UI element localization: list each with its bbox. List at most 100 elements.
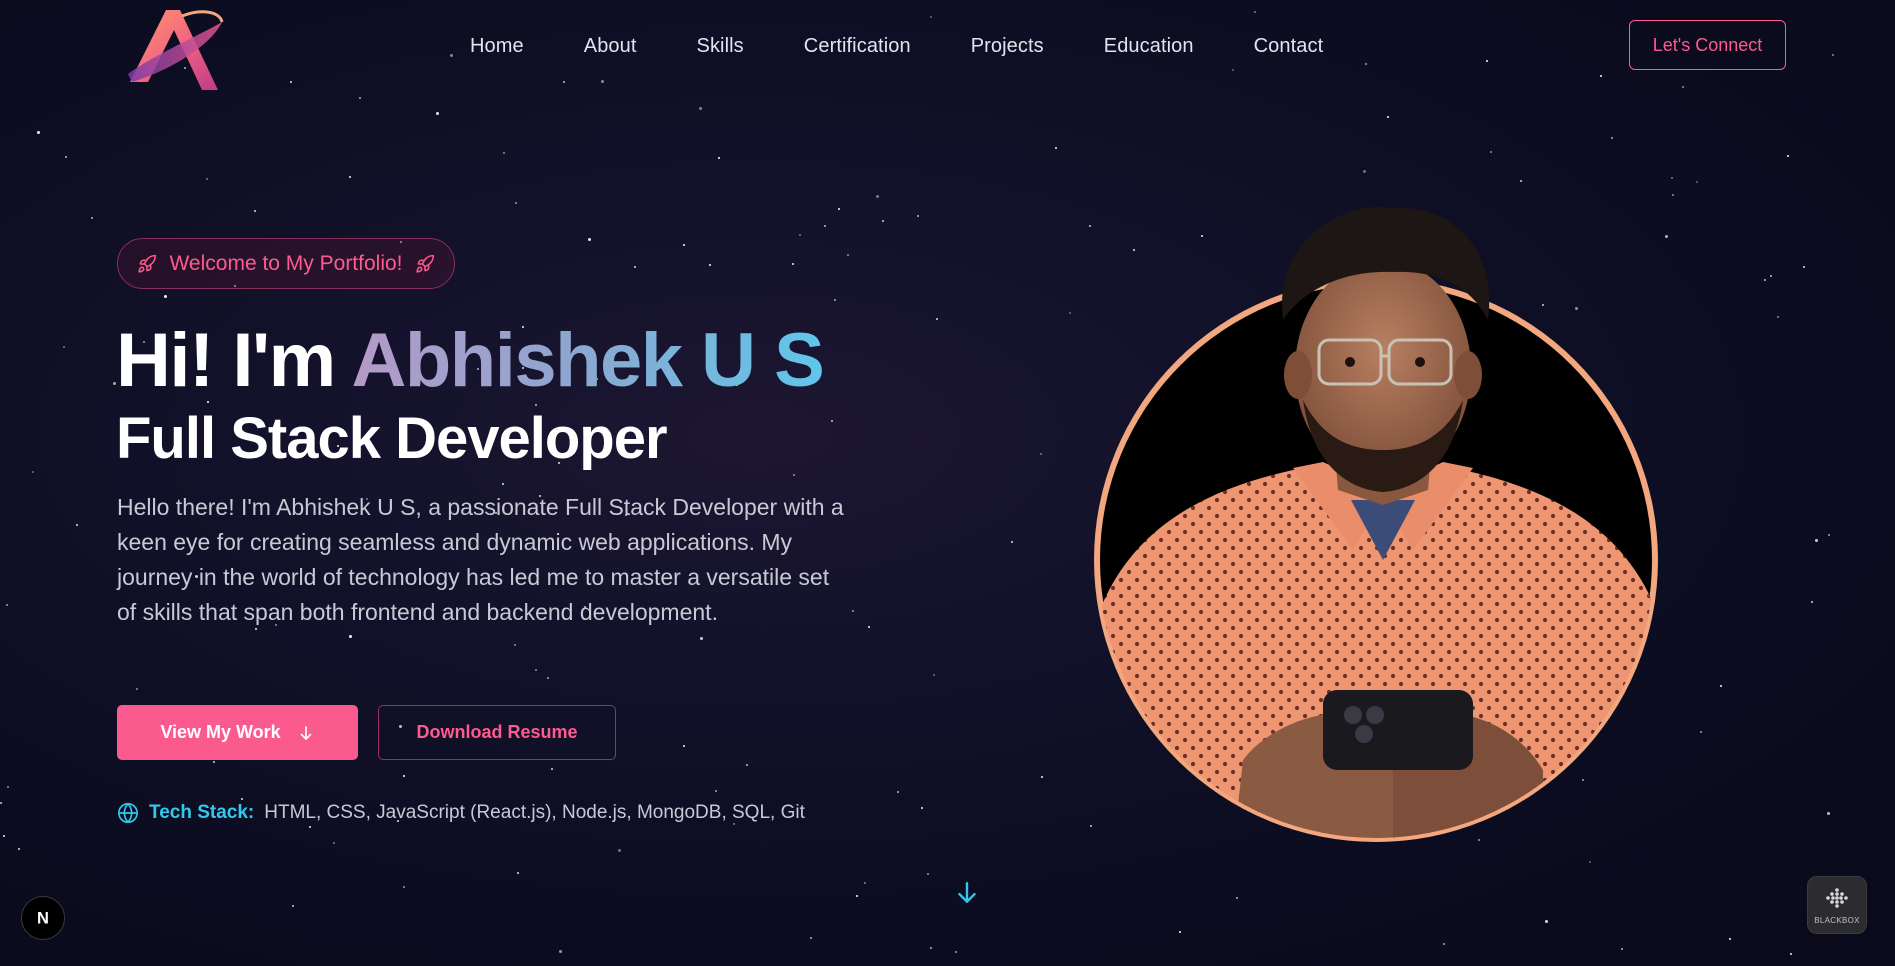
- star-dot: [517, 872, 519, 874]
- star-dot: [683, 745, 685, 747]
- star-dot: [1671, 177, 1673, 179]
- star-dot: [213, 761, 215, 763]
- lets-connect-button[interactable]: Let's Connect: [1629, 20, 1786, 70]
- next-logo-icon: N: [37, 910, 49, 928]
- star-dot: [936, 318, 938, 320]
- star-dot: [1011, 541, 1013, 543]
- star-dot: [292, 905, 294, 907]
- star-dot: [1729, 938, 1731, 940]
- star-dot: [349, 635, 352, 638]
- star-dot: [1672, 194, 1674, 196]
- star-dot: [309, 826, 311, 828]
- star-dot: [1055, 147, 1057, 149]
- star-dot: [76, 524, 78, 526]
- scroll-down-icon[interactable]: [954, 880, 980, 906]
- star-dot: [897, 791, 899, 793]
- star-dot: [930, 947, 932, 949]
- next-badge-letter: N: [37, 910, 49, 928]
- star-dot: [1696, 181, 1698, 183]
- blackbox-icon: [1826, 887, 1848, 908]
- star-dot: [882, 220, 884, 222]
- star-dot: [1700, 731, 1702, 733]
- star-dot: [563, 81, 565, 83]
- star-dot: [1490, 151, 1492, 153]
- star-dot: [715, 790, 717, 792]
- star-dot: [1387, 116, 1389, 118]
- star-dot: [699, 107, 702, 110]
- star-dot: [1236, 897, 1238, 899]
- star-dot: [349, 176, 351, 178]
- rocket-icon: [138, 254, 157, 273]
- star-dot: [63, 346, 65, 348]
- star-dot: [831, 420, 833, 422]
- star-dot: [921, 807, 923, 809]
- logo-icon[interactable]: [122, 4, 234, 96]
- star-dot: [1179, 931, 1181, 933]
- star-dot: [700, 637, 703, 640]
- star-dot: [32, 471, 34, 473]
- view-my-work-button[interactable]: View My Work: [117, 705, 358, 760]
- star-dot: [1089, 225, 1091, 227]
- star-dot: [436, 112, 439, 115]
- next-devtools-button[interactable]: N: [21, 896, 65, 940]
- star-dot: [1365, 63, 1367, 65]
- star-dot: [1811, 601, 1813, 603]
- star-dot: [917, 215, 919, 217]
- nav-home-link[interactable]: Home: [470, 30, 524, 62]
- star-dot: [551, 768, 553, 770]
- star-dot: [601, 80, 604, 83]
- star-dot: [1545, 920, 1548, 923]
- hero-name: Abhishek U S: [351, 318, 824, 403]
- blackbox-widget-button[interactable]: BLACKBOX: [1807, 876, 1867, 934]
- star-dot: [0, 802, 2, 804]
- nav-skills-link[interactable]: Skills: [697, 30, 744, 62]
- star-dot: [1611, 137, 1613, 139]
- star-dot: [1790, 953, 1792, 955]
- star-dot: [1041, 776, 1043, 778]
- star-dot: [824, 225, 826, 227]
- star-dot: [709, 264, 711, 266]
- star-dot: [856, 895, 858, 897]
- star-dot: [933, 674, 935, 676]
- star-dot: [1254, 11, 1256, 13]
- blackbox-label: BLACKBOX: [1814, 915, 1860, 925]
- nav-about-link[interactable]: About: [584, 30, 637, 62]
- welcome-badge: Welcome to My Portfolio!: [117, 238, 455, 289]
- star-dot: [793, 474, 795, 476]
- star-dot: [1520, 180, 1522, 182]
- hero-description: Hello there! I'm Abhishek U S, a passion…: [117, 494, 844, 625]
- star-dot: [18, 848, 20, 850]
- star-dot: [1803, 266, 1805, 268]
- nav-education-link[interactable]: Education: [1104, 30, 1194, 62]
- star-dot: [1589, 861, 1591, 863]
- star-dot: [136, 688, 138, 690]
- star-dot: [718, 157, 720, 159]
- download-resume-button[interactable]: Download Resume: [378, 705, 616, 760]
- star-dot: [535, 669, 537, 671]
- star-dot: [1832, 54, 1834, 56]
- nav-projects-link[interactable]: Projects: [971, 30, 1044, 62]
- star-dot: [1232, 69, 1234, 71]
- star-dot: [502, 483, 504, 485]
- star-dot: [1764, 279, 1766, 281]
- welcome-badge-text: Welcome to My Portfolio!: [169, 251, 403, 275]
- star-dot: [559, 950, 562, 953]
- star-dot: [746, 764, 748, 766]
- nav-contact-link[interactable]: Contact: [1254, 30, 1324, 62]
- star-dot: [1770, 275, 1772, 277]
- star-dot: [799, 234, 801, 236]
- star-dot: [359, 97, 361, 99]
- star-dot: [3, 835, 5, 837]
- star-dot: [37, 131, 40, 134]
- nav-certification-link[interactable]: Certification: [804, 30, 911, 62]
- star-dot: [450, 54, 453, 57]
- star-dot: [65, 156, 67, 158]
- arrow-down-icon: [300, 725, 312, 740]
- globe-icon: [118, 802, 138, 824]
- star-dot: [634, 266, 636, 268]
- star-dot: [91, 217, 93, 219]
- view-my-work-label: View My Work: [160, 722, 281, 742]
- hero-greeting: Hi! I'm: [116, 318, 352, 403]
- star-dot: [403, 775, 405, 777]
- star-dot: [1787, 155, 1789, 157]
